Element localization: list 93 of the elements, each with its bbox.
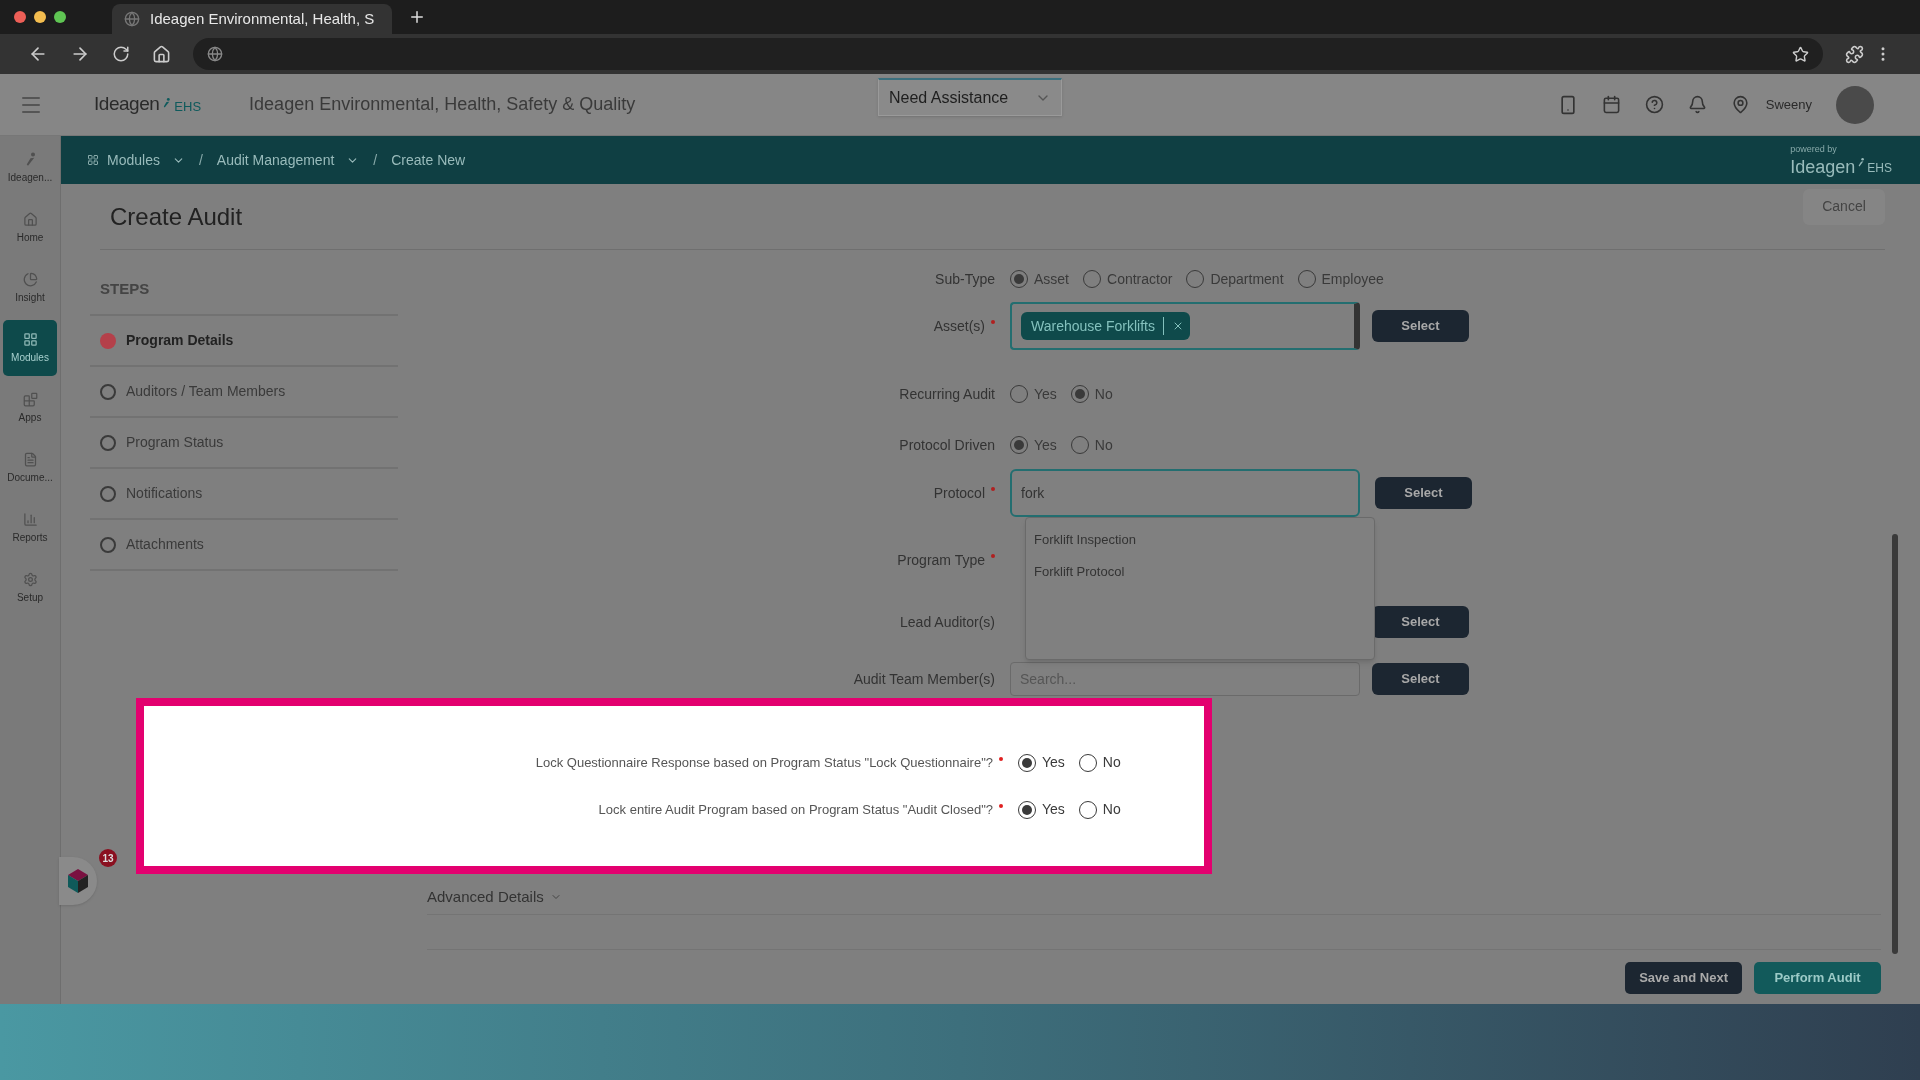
- select-button[interactable]: Select: [1372, 606, 1469, 638]
- powered-by-caption: powered by: [1790, 143, 1837, 157]
- sidebar-item[interactable]: Home: [3, 200, 57, 256]
- radio-label: Department: [1210, 269, 1284, 289]
- question-label: Lock entire Audit Program based on Program Status "Audit Closed"?: [598, 800, 993, 819]
- apps-icon: [22, 391, 38, 407]
- protocol-field[interactable]: fork: [1010, 469, 1360, 517]
- sidebar-item[interactable]: Setup: [3, 560, 57, 616]
- home-icon: [22, 211, 38, 227]
- perform-audit-button[interactable]: Perform Audit: [1754, 962, 1881, 994]
- minimize-window-icon[interactable]: [34, 11, 46, 23]
- radio-label: Yes: [1034, 384, 1057, 404]
- section-heading[interactable]: Advanced Details: [427, 885, 544, 909]
- chat-widget[interactable]: [59, 857, 97, 905]
- grid-icon: [87, 154, 99, 166]
- suggestion-item[interactable]: Forklift Inspection: [1026, 524, 1374, 556]
- pie-chart-icon: [22, 271, 38, 287]
- sidebar-item[interactable]: Modules: [3, 320, 57, 376]
- settings-icon: [22, 571, 38, 587]
- sidebar-item[interactable]: Reports: [3, 500, 57, 556]
- select-button[interactable]: Select: [1372, 663, 1469, 695]
- radio-label: Yes: [1042, 753, 1065, 772]
- sidebar-item[interactable]: Insight: [3, 260, 57, 316]
- breadcrumb-separator: /: [198, 150, 203, 170]
- breadcrumb-link[interactable]: Modules: [107, 149, 160, 171]
- extensions-icon[interactable]: [1845, 44, 1864, 64]
- radio-label: No: [1094, 435, 1113, 455]
- close-window-icon[interactable]: [14, 11, 26, 23]
- save-button[interactable]: Save and Next: [1625, 962, 1742, 994]
- radio-label: Yes: [1034, 435, 1057, 455]
- help-icon[interactable]: [1644, 95, 1664, 114]
- radio-label: Asset: [1034, 269, 1069, 289]
- step-item[interactable]: Program Status: [90, 418, 398, 469]
- step-item[interactable]: Auditors / Team Members: [90, 367, 398, 418]
- page-title: Create Audit: [110, 201, 243, 232]
- document-icon: [22, 451, 38, 467]
- field-label: Asset(s): [933, 316, 985, 336]
- logo-icon: [1857, 156, 1866, 168]
- bookmark-star-icon[interactable]: [1792, 45, 1809, 63]
- select-button[interactable]: Select: [1375, 477, 1472, 509]
- logo-text: Ideagen: [94, 92, 160, 117]
- field-label: Recurring Audit: [899, 384, 995, 404]
- field-label: Protocol: [933, 483, 985, 503]
- sidebar-item[interactable]: Apps: [3, 380, 57, 436]
- radio-label: No: [1102, 753, 1121, 772]
- app-title: Ideagen Environmental, Health, Safety & Quality: [249, 93, 636, 116]
- globe-icon: [124, 11, 140, 27]
- radio-label: Yes: [1042, 800, 1065, 819]
- radio-label: Contractor: [1107, 269, 1173, 289]
- user-name: Sweeny: [1765, 95, 1812, 114]
- field-label: Audit Team Member(s): [853, 669, 995, 689]
- notification-badge: 13: [99, 849, 117, 867]
- field-label: Lead Auditor(s): [900, 612, 995, 632]
- reload-icon[interactable]: [112, 45, 130, 63]
- asset-chip: Warehouse Forklifts: [1021, 312, 1190, 340]
- assistance-dropdown[interactable]: Need Assistance: [878, 78, 1062, 116]
- cancel-button[interactable]: Cancel: [1803, 188, 1885, 225]
- home-icon[interactable]: [152, 44, 171, 64]
- globe-icon: [207, 46, 223, 62]
- logo-suffix: EHS: [1867, 159, 1892, 177]
- grid-icon: [22, 331, 38, 347]
- breadcrumb-separator: /: [373, 150, 378, 170]
- step-item[interactable]: Program Details: [90, 316, 398, 367]
- map-pin-icon[interactable]: [1730, 95, 1750, 114]
- select-button[interactable]: Select: [1372, 310, 1469, 342]
- sidebar-item[interactable]: Ideagen...: [3, 140, 57, 196]
- field-label: Protocol Driven: [899, 435, 995, 455]
- bell-icon[interactable]: [1687, 95, 1707, 114]
- question-label: Lock Questionnaire Response based on Program Status "Lock Questionnaire"?: [535, 753, 993, 772]
- logo-icon: [162, 96, 172, 109]
- address-field[interactable]: [193, 38, 1823, 70]
- browser-tab[interactable]: Ideagen Environmental, Health, S: [112, 4, 392, 34]
- field-label: Program Type: [897, 550, 985, 570]
- radio-label: No: [1102, 800, 1121, 819]
- new-tab-icon[interactable]: [408, 8, 426, 26]
- logo-text: Ideagen: [1790, 156, 1856, 177]
- calendar-icon[interactable]: [1601, 95, 1621, 114]
- field-label: Sub-Type: [935, 269, 995, 289]
- bar-chart-icon: [22, 511, 38, 527]
- maximize-window-icon[interactable]: [54, 11, 66, 23]
- cube-icon: [66, 867, 90, 895]
- breadcrumb-link[interactable]: Audit Management: [216, 149, 335, 171]
- step-item[interactable]: Attachments: [90, 520, 398, 571]
- radio-label: Employee: [1321, 269, 1384, 289]
- suggestion-item[interactable]: Forklift Protocol: [1026, 556, 1374, 588]
- steps-heading: STEPS: [100, 278, 150, 299]
- step-item[interactable]: Notifications: [90, 469, 398, 520]
- breadcrumb-link[interactable]: Create New: [391, 149, 466, 171]
- logo-suffix: EHS: [174, 98, 202, 117]
- sidebar-item[interactable]: Docume...: [3, 440, 57, 496]
- radio-label: No: [1094, 384, 1113, 404]
- avatar[interactable]: [1836, 85, 1874, 124]
- assets-field[interactable]: Warehouse Forklifts: [1010, 302, 1360, 350]
